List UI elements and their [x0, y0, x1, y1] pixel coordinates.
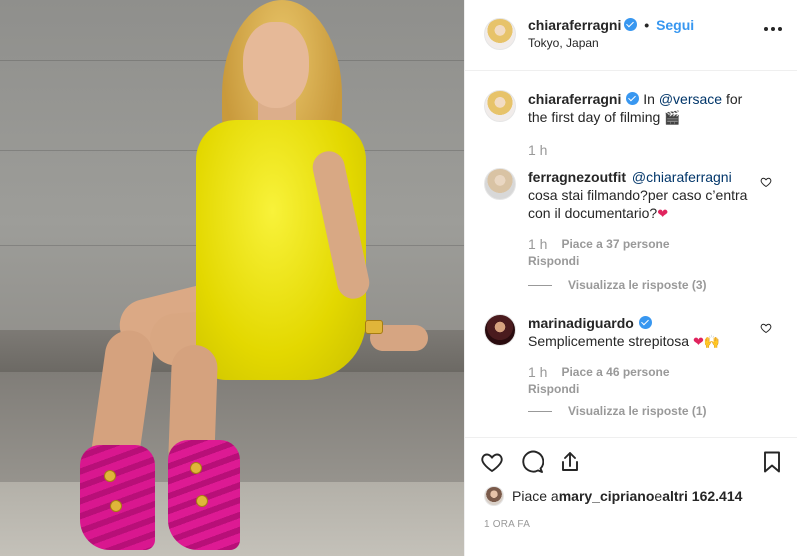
replies-divider: [528, 284, 552, 286]
likes-summary[interactable]: Piace a mary_cipriano e altri 162.414: [484, 486, 742, 506]
reply-button[interactable]: Rispondi: [528, 254, 579, 268]
like-comment-heart-icon[interactable]: [760, 176, 772, 188]
comment-username[interactable]: ferragnezoutfit: [528, 169, 626, 185]
author-username-row: chiaraferragni • Segui: [528, 17, 694, 33]
comment-text: ferragnezoutfit @chiaraferragni cosa sta…: [528, 168, 758, 223]
caption-text: chiaraferragni In @versace for the first…: [528, 90, 758, 127]
post-header: chiaraferragni • Segui Tokyo, Japan: [465, 0, 797, 71]
comment-meta: 1 h Piace a 46 persone: [528, 364, 670, 380]
post-date[interactable]: 1 ora fa: [484, 519, 530, 530]
author-avatar[interactable]: [484, 18, 516, 50]
view-replies-label: Visualizza le risposte (3): [568, 278, 707, 292]
comment-username[interactable]: marinadiguardo: [528, 315, 634, 331]
gold-ornament: [196, 495, 208, 507]
likes-others-count[interactable]: altri 162.414: [662, 488, 742, 504]
author-username[interactable]: chiaraferragni: [528, 17, 621, 33]
comment-time[interactable]: 1 h: [528, 364, 547, 380]
follow-button[interactable]: Segui: [656, 17, 694, 33]
gold-ornament: [110, 500, 122, 512]
caption-text-before: In: [643, 91, 659, 107]
likes-prefix: Piace a: [512, 488, 559, 504]
verified-badge-icon: [626, 92, 640, 105]
reply-button[interactable]: Rispondi: [528, 382, 579, 396]
comment-likes[interactable]: Piace a 37 persone: [561, 237, 669, 251]
share-icon[interactable]: [558, 450, 582, 474]
bookmark-icon[interactable]: [760, 450, 784, 474]
comments-list[interactable]: chiaraferragni In @versace for the first…: [465, 72, 797, 437]
comment-meta: 1 h Piace a 37 persone: [528, 236, 670, 252]
caption-mention[interactable]: @versace: [659, 91, 722, 107]
gold-ornament: [104, 470, 116, 482]
liker-username[interactable]: mary_cipriano: [559, 488, 655, 504]
comment-body: cosa stai filmando?per caso c’entra con …: [528, 187, 748, 221]
instagram-post: chiaraferragni • Segui Tokyo, Japan chia…: [0, 0, 797, 556]
caption-meta: 1 h: [528, 142, 547, 158]
post-side-panel: chiaraferragni • Segui Tokyo, Japan chia…: [464, 0, 797, 556]
author-avatar[interactable]: [484, 90, 516, 122]
likes-middle: e: [654, 488, 663, 504]
location-link[interactable]: Tokyo, Japan: [528, 36, 599, 50]
gold-ornament: [190, 462, 202, 474]
view-replies-button[interactable]: Visualizza le risposte (3): [528, 278, 707, 292]
clapper-emoji: 🎬: [664, 110, 681, 125]
comment-icon[interactable]: [520, 450, 544, 474]
commenter-avatar[interactable]: [484, 168, 516, 200]
more-dots-icon[interactable]: [764, 24, 784, 34]
gold-cuff: [365, 320, 383, 334]
separator-dot: •: [644, 17, 650, 33]
heart-emoji: ❤: [657, 206, 669, 221]
view-replies-label: Visualizza le risposte (1): [568, 404, 707, 418]
caption-username[interactable]: chiaraferragni: [528, 91, 621, 107]
comment-mention[interactable]: @chiaraferragni: [632, 169, 732, 185]
comment-text: marinadiguardo Semplicemente strepitosa …: [528, 314, 758, 351]
like-comment-heart-icon[interactable]: [760, 322, 772, 334]
heart-hands-emoji: ❤🙌: [692, 334, 721, 349]
liker-avatar[interactable]: [484, 486, 504, 506]
pink-sandal: [80, 445, 155, 550]
commenter-avatar[interactable]: [484, 314, 516, 346]
post-photo[interactable]: [0, 0, 464, 556]
verified-badge-icon: [638, 316, 652, 329]
view-replies-button[interactable]: Visualizza le risposte (1): [528, 404, 707, 418]
heart-icon[interactable]: [480, 450, 504, 474]
caption-time[interactable]: 1 h: [528, 142, 547, 158]
action-bar: [465, 437, 797, 481]
replies-divider: [528, 410, 552, 412]
face: [243, 22, 309, 108]
verified-badge-icon: [624, 18, 638, 31]
comment-body: Semplicemente strepitosa: [528, 333, 690, 349]
comment-likes[interactable]: Piace a 46 persone: [561, 365, 669, 379]
comment-time[interactable]: 1 h: [528, 236, 547, 252]
